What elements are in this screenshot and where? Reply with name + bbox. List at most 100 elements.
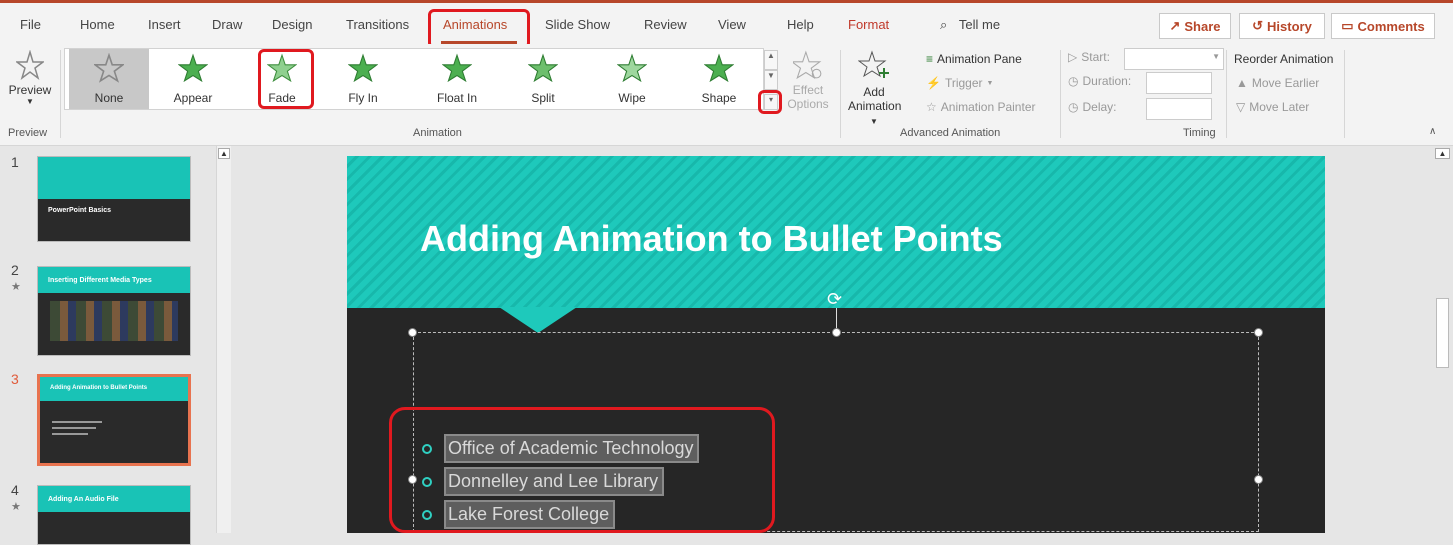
animation-none[interactable]: None [69, 49, 149, 109]
tab-format[interactable]: Format [848, 17, 889, 32]
shape-star-icon [704, 53, 734, 83]
chevron-down-icon: ▼ [1212, 52, 1220, 61]
preview-button[interactable]: Preview ▼ [4, 49, 56, 120]
comments-button[interactable]: ▭ Comments [1331, 13, 1435, 39]
thumb-bullet-line [52, 427, 96, 429]
tab-file[interactable]: File [20, 17, 41, 32]
search-icon: ⌕ [940, 17, 948, 32]
resize-handle[interactable] [408, 475, 417, 484]
thumb-bullet-line [52, 433, 88, 435]
animation-split[interactable]: Split [503, 49, 583, 109]
animation-wipe[interactable]: Wipe [592, 49, 672, 109]
chevron-down-icon: ▼ [870, 117, 878, 126]
add-animation-icon [857, 50, 889, 78]
slide-canvas: Adding Animation to Bullet Points ⟳ Offi… [347, 156, 1325, 533]
ribbon-tab-bar: File Home Insert Draw Design Transitions… [0, 0, 1453, 49]
animation-fade[interactable]: Fade [242, 49, 322, 109]
delay-spinner[interactable] [1146, 98, 1212, 120]
slide-number: 4 [11, 482, 19, 498]
separator [1060, 50, 1061, 138]
add-animation-button[interactable]: Add Animation ▼ [848, 50, 901, 126]
group-label-preview: Preview [8, 127, 48, 139]
animation-painter-button[interactable]: ☆ Animation Painter [926, 100, 1035, 114]
animation-gallery: None Appear Fade Fly In Float In Split W… [64, 48, 764, 110]
preview-star-icon [14, 49, 46, 80]
scroll-thumb[interactable] [1436, 298, 1449, 368]
slide-scrollbar[interactable]: ▲ [1432, 146, 1453, 533]
delay-label: ◷ Delay: [1068, 100, 1117, 114]
slide-number: 2 [11, 262, 19, 278]
collapse-ribbon-icon[interactable]: ∧ [1429, 126, 1436, 137]
painter-icon: ☆ [926, 100, 937, 114]
tell-me-box[interactable]: ⌕ Tell me [940, 17, 1000, 33]
separator [60, 50, 61, 138]
effect-options-button[interactable]: Effect Options [784, 50, 832, 120]
tab-view[interactable]: View [718, 17, 746, 32]
history-icon: ↺ [1252, 18, 1264, 33]
move-earlier-button[interactable]: ▲ Move Earlier [1236, 76, 1319, 90]
resize-handle[interactable] [832, 328, 841, 337]
resize-handle[interactable] [1254, 475, 1263, 484]
tab-transitions[interactable]: Transitions [346, 17, 409, 32]
slide-thumbnail-1[interactable]: PowerPoint Basics [37, 156, 191, 242]
clock-icon: ◷ [1068, 100, 1079, 114]
history-button[interactable]: ↺ History [1239, 13, 1325, 39]
rotate-handle-icon[interactable]: ⟳ [827, 289, 842, 310]
gallery-more-button[interactable]: ▾ [764, 94, 778, 110]
animation-shape[interactable]: Shape [679, 49, 759, 109]
share-button[interactable]: ↗ Share [1159, 13, 1231, 39]
resize-handle[interactable] [408, 328, 417, 337]
animation-star-icon: ★ [11, 281, 21, 293]
share-icon: ↗ [1169, 18, 1181, 33]
appear-star-icon [178, 53, 208, 83]
scroll-up-icon[interactable]: ▲ [1435, 148, 1450, 159]
animation-appear[interactable]: Appear [153, 49, 233, 109]
reorder-animation-label: Reorder Animation [1234, 52, 1334, 66]
none-star-icon [94, 53, 124, 83]
thumb-header [38, 157, 190, 199]
slide-title[interactable]: Adding Animation to Bullet Points [420, 218, 1003, 260]
tab-insert[interactable]: Insert [148, 17, 181, 32]
tab-design[interactable]: Design [272, 17, 312, 32]
slide-thumbnail-pane: 1 PowerPoint Basics 2 ★ Inserting Differ… [0, 146, 235, 545]
bullet-circle-icon [422, 443, 432, 454]
bullet-item[interactable]: Office of Academic Technology [422, 434, 700, 463]
slide-number: 1 [11, 154, 19, 170]
slide-thumbnail-4[interactable]: Adding An Audio File [37, 485, 191, 545]
scroll-up-icon[interactable]: ▲ [218, 148, 230, 159]
animation-fly-in[interactable]: Fly In [323, 49, 403, 109]
thumbnail-scrollbar[interactable]: ▲ [216, 146, 231, 533]
start-dropdown[interactable]: ▼ [1124, 48, 1224, 70]
animation-float-in[interactable]: Float In [417, 49, 497, 109]
separator [1226, 50, 1227, 138]
trigger-button[interactable]: ⚡ Trigger ▼ [926, 76, 993, 90]
tab-animations[interactable]: Animations [443, 17, 507, 32]
tab-draw[interactable]: Draw [212, 17, 242, 32]
gallery-scroll-up[interactable]: ▲ [764, 50, 778, 70]
triangle-up-icon: ▲ [1236, 76, 1248, 90]
animation-pane-button[interactable]: ≡ Animation Pane [926, 52, 1022, 66]
bullet-item[interactable]: Lake Forest College [422, 500, 616, 529]
chevron-down-icon: ▼ [26, 97, 34, 106]
slide-thumbnail-2[interactable]: Inserting Different Media Types [37, 266, 191, 356]
split-star-icon [528, 53, 558, 83]
thumb-bullet-line [52, 421, 102, 423]
lightning-icon: ⚡ [926, 76, 941, 90]
float-in-star-icon [442, 53, 472, 83]
move-later-button[interactable]: ▽ Move Later [1236, 100, 1309, 114]
resize-handle[interactable] [1254, 328, 1263, 337]
separator [840, 50, 841, 138]
tab-help[interactable]: Help [787, 17, 814, 32]
animations-ribbon: Preview ▼ Preview None Appear Fade Fly I… [0, 44, 1453, 146]
wipe-star-icon [617, 53, 647, 83]
duration-spinner[interactable] [1146, 72, 1212, 94]
comment-icon: ▭ [1341, 18, 1354, 33]
effect-options-icon [790, 50, 822, 80]
bullet-item[interactable]: Donnelley and Lee Library [422, 467, 665, 496]
tab-slide-show[interactable]: Slide Show [545, 17, 610, 32]
tab-review[interactable]: Review [644, 17, 687, 32]
chevron-down-icon: ▼ [986, 79, 994, 87]
slide-thumbnail-3-selected[interactable]: Adding Animation to Bullet Points [37, 374, 191, 466]
gallery-scroll-down[interactable]: ▼ [764, 70, 778, 90]
tab-home[interactable]: Home [80, 17, 115, 32]
